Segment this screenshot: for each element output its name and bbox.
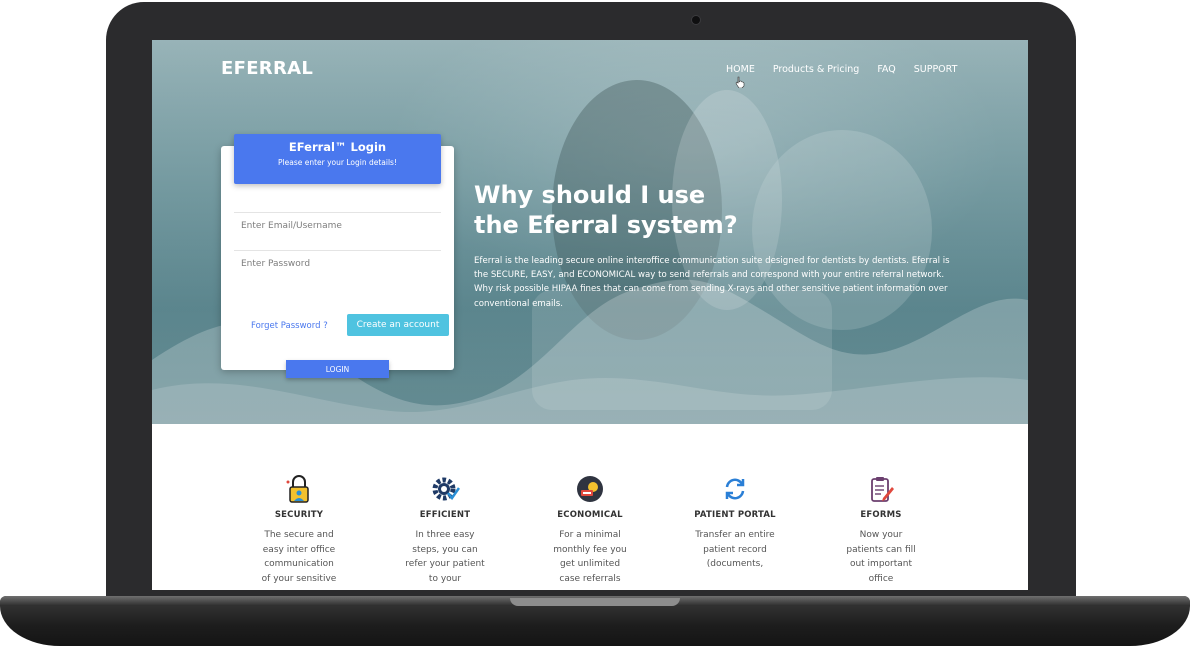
nav-products-pricing[interactable]: Products & Pricing <box>773 64 860 75</box>
feature-title: SECURITY <box>274 510 324 520</box>
browser-screen: EFERRAL HOME Products & Pricing FAQ SUPP… <box>152 40 1028 590</box>
laptop-frame: EFERRAL HOME Products & Pricing FAQ SUPP… <box>0 0 1190 653</box>
hero-section: EFERRAL HOME Products & Pricing FAQ SUPP… <box>152 40 1028 424</box>
nav-home[interactable]: HOME <box>726 64 755 75</box>
login-subtitle: Please enter your Login details! <box>278 158 397 167</box>
login-title: EFerral™ Login <box>288 140 387 154</box>
brand-logo[interactable]: EFERRAL <box>221 58 313 79</box>
feature-efficient: EFFICIENT In three easy steps, you can r… <box>380 474 510 586</box>
money-icon <box>577 476 603 502</box>
feature-text: The secure and easy inter office communi… <box>261 530 337 584</box>
lock-user-icon <box>286 475 309 503</box>
feature-security: SECURITY The secure and easy inter offic… <box>234 474 364 586</box>
forgot-password-link[interactable]: Forget Password ? <box>251 321 328 331</box>
feature-text: Transfer an entire patient record (docum… <box>695 530 775 569</box>
nav-faq[interactable]: FAQ <box>877 64 895 75</box>
main-nav: HOME Products & Pricing FAQ SUPPORT <box>726 64 957 75</box>
feature-patient-portal: PATIENT PORTAL Transfer an entire patien… <box>670 474 800 572</box>
login-button[interactable]: LOGIN <box>286 360 389 378</box>
nav-support[interactable]: SUPPORT <box>914 64 958 75</box>
hand-cursor-icon <box>735 76 745 88</box>
hero-paragraph: Eferral is the leading secure online int… <box>474 256 950 309</box>
sync-icon <box>725 478 745 500</box>
password-field[interactable] <box>234 250 441 276</box>
feature-title: PATIENT PORTAL <box>694 510 776 520</box>
laptop-notch <box>510 598 680 606</box>
feature-title: EFORMS <box>860 510 902 520</box>
clipboard-edit-icon <box>871 477 894 502</box>
feature-title: EFFICIENT <box>419 510 471 520</box>
feature-title: ECONOMICAL <box>557 510 623 520</box>
gear-check-icon <box>432 477 460 501</box>
feature-text: In three easy steps, you can refer your … <box>405 530 485 584</box>
features-section: SECURITY The secure and easy inter offic… <box>152 424 1028 590</box>
email-field[interactable] <box>234 212 441 238</box>
webcam-icon <box>692 16 700 24</box>
create-account-button[interactable]: Create an account <box>347 314 449 336</box>
feature-economical: ECONOMICAL For a minimal monthly fee you… <box>525 474 655 586</box>
feature-text: For a minimal monthly fee you get unlimi… <box>553 530 627 584</box>
hero-heading-line1: Why should I use <box>474 181 706 209</box>
login-header: EFerral™ Login Please enter your Login d… <box>234 134 441 184</box>
feature-eforms: EFORMS Now your patients can fill out im… <box>816 474 946 586</box>
hero-heading: Why should I use the Eferral system? <box>474 180 774 240</box>
feature-text: Now your patients can fill out important… <box>846 530 916 584</box>
hero-heading-line2: the Eferral system? <box>474 211 738 239</box>
